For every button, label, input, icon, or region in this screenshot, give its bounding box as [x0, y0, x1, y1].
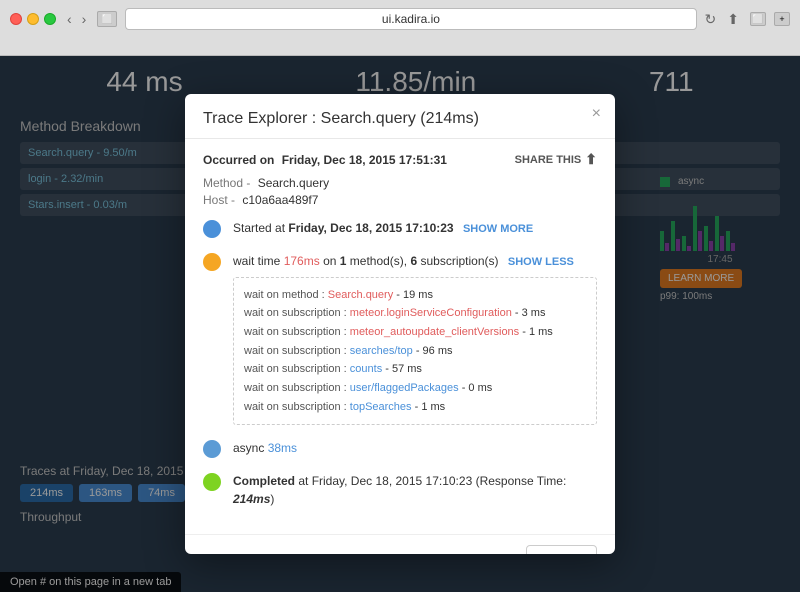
wait-detail-row-6: wait on subscription : topSearches - 1 m… — [244, 398, 586, 417]
wait-detail-link-0[interactable]: Search.query — [328, 289, 393, 301]
wait-detail-row-0: wait on method : Search.query - 19 ms — [244, 286, 586, 305]
wait-prefix: wait time — [233, 254, 284, 268]
wait-detail-link-1[interactable]: meteor.loginServiceConfiguration — [350, 307, 512, 319]
modal-header: Trace Explorer : Search.query (214ms) × — [185, 94, 615, 139]
wait-sub-count: 6 — [410, 254, 417, 268]
traffic-lights — [10, 13, 56, 25]
refresh-button[interactable]: ↻ — [705, 11, 717, 28]
wait-methods-label: method(s), — [350, 254, 411, 268]
share-this-button[interactable]: SHARE THIS ⬆ — [515, 151, 597, 168]
completed-content: Completed at Friday, Dec 18, 2015 17:10:… — [233, 472, 597, 508]
wait-detail-link-6[interactable]: topSearches — [350, 401, 412, 413]
window-new-button[interactable]: + — [774, 12, 790, 26]
occurred-row: Occurred on Friday, Dec 18, 2015 17:51:3… — [203, 151, 597, 168]
started-time: Friday, Dec 18, 2015 17:10:23 — [288, 221, 453, 235]
wait-subs-label: subscription(s) — [421, 254, 499, 268]
wait-detail-row-5: wait on subscription : user/flaggedPacka… — [244, 379, 586, 398]
timeline-completed: Completed at Friday, Dec 18, 2015 17:10:… — [203, 472, 597, 508]
dot-async — [203, 440, 221, 458]
resp-val: 214ms — [233, 492, 270, 506]
wait-detail-row-1: wait on subscription : meteor.loginServi… — [244, 304, 586, 323]
close-button[interactable]: Close — [526, 545, 597, 554]
wait-content: wait time 176ms on 1 method(s), 6 subscr… — [233, 252, 597, 425]
resp-label: Response Time: — [480, 474, 567, 488]
wait-detail-label-4: wait on subscription : — [244, 363, 350, 375]
wait-detail-link-2[interactable]: meteor_autoupdate_clientVersions — [350, 326, 519, 338]
completed-bold: Completed — [233, 474, 295, 488]
wait-detail-link-5[interactable]: user/flaggedPackages — [350, 382, 459, 394]
wait-details-box: wait on method : Search.query - 19 mswai… — [233, 277, 597, 426]
wait-time-value: 176ms — [284, 254, 320, 268]
wait-method-count: 1 — [340, 254, 347, 268]
browser-chrome: ‹ › ⬜ ui.kadira.io ↻ ⬆ ⬜ + — [0, 0, 800, 56]
timeline: Started at Friday, Dec 18, 2015 17:10:23… — [203, 219, 597, 508]
show-more-link[interactable]: SHOW MORE — [463, 223, 533, 235]
modal-body: Occurred on Friday, Dec 18, 2015 17:51:3… — [185, 139, 615, 534]
timeline-wait: wait time 176ms on 1 method(s), 6 subscr… — [203, 252, 597, 425]
host-value: c10a6aa489f7 — [242, 193, 318, 207]
wait-detail-label-1: wait on subscription : — [244, 307, 350, 319]
method-label: Method - — [203, 176, 250, 190]
modal-footer: Close — [185, 534, 615, 554]
wait-on: on — [323, 254, 340, 268]
wait-detail-label-3: wait on subscription : — [244, 345, 350, 357]
wait-detail-row-2: wait on subscription : meteor_autoupdate… — [244, 323, 586, 342]
share-label: SHARE THIS — [515, 154, 582, 166]
url-text: ui.kadira.io — [382, 12, 440, 26]
back-button[interactable]: ‹ — [64, 11, 75, 27]
started-prefix: Started at — [233, 221, 288, 235]
occurred-on-label: Occurred on — [203, 153, 274, 167]
wait-detail-value-4: - 57 ms — [382, 363, 422, 375]
modal-title: Trace Explorer : Search.query (214ms) — [203, 110, 597, 128]
host-label: Host - — [203, 193, 235, 207]
wait-detail-label-0: wait on method : — [244, 289, 328, 301]
dot-started — [203, 220, 221, 238]
minimize-window-button[interactable] — [27, 13, 39, 25]
address-bar[interactable]: ui.kadira.io — [125, 8, 696, 30]
modal-dialog: Trace Explorer : Search.query (214ms) × … — [185, 94, 615, 554]
wait-detail-link-3[interactable]: searches/top — [350, 345, 413, 357]
main-content: 44 ms 11.85/min 711 Method Breakdown Sea… — [0, 56, 800, 592]
wait-detail-link-4[interactable]: counts — [350, 363, 382, 375]
wait-detail-value-3: - 96 ms — [413, 345, 453, 357]
wait-detail-value-0: - 19 ms — [393, 289, 433, 301]
host-row: Host - c10a6aa489f7 — [203, 193, 597, 207]
modal-close-x-button[interactable]: × — [592, 106, 601, 122]
occurred-on-value: Friday, Dec 18, 2015 17:51:31 — [282, 153, 447, 167]
show-less-link[interactable]: SHOW LESS — [508, 256, 574, 268]
occurred-label: Occurred on Friday, Dec 18, 2015 17:51:3… — [203, 153, 447, 167]
async-time-val: 38ms — [268, 441, 297, 455]
close-window-button[interactable] — [10, 13, 22, 25]
timeline-started: Started at Friday, Dec 18, 2015 17:10:23… — [203, 219, 597, 238]
tab-view-button[interactable]: ⬜ — [97, 11, 117, 27]
wait-detail-value-2: - 1 ms — [519, 326, 553, 338]
wait-detail-label-2: wait on subscription : — [244, 326, 350, 338]
dot-completed — [203, 473, 221, 491]
window-copy-button[interactable]: ⬜ — [750, 12, 766, 26]
wait-detail-value-6: - 1 ms — [412, 401, 446, 413]
wait-detail-value-1: - 3 ms — [512, 307, 546, 319]
modal-overlay: Trace Explorer : Search.query (214ms) × … — [0, 56, 800, 592]
async-content: async 38ms — [233, 439, 597, 457]
dot-wait — [203, 253, 221, 271]
timeline-async: async 38ms — [203, 439, 597, 458]
wait-detail-label-5: wait on subscription : — [244, 382, 350, 394]
method-row: Method - Search.query — [203, 176, 597, 190]
wait-detail-value-5: - 0 ms — [459, 382, 493, 394]
started-content: Started at Friday, Dec 18, 2015 17:10:23… — [233, 219, 597, 238]
forward-button[interactable]: › — [79, 11, 90, 27]
share-icon: ⬆ — [585, 151, 597, 168]
method-value: Search.query — [258, 176, 329, 190]
wait-detail-row-4: wait on subscription : counts - 57 ms — [244, 360, 586, 379]
wait-detail-row-3: wait on subscription : searches/top - 96… — [244, 342, 586, 361]
wait-detail-label-6: wait on subscription : — [244, 401, 350, 413]
share-browser-button[interactable]: ⬆ — [724, 11, 742, 28]
nav-buttons: ‹ › — [64, 11, 89, 27]
fullscreen-window-button[interactable] — [44, 13, 56, 25]
